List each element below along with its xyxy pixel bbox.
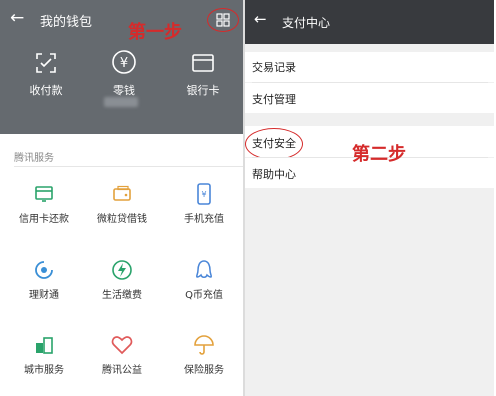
credit-card-icon[interactable] (31, 181, 57, 207)
wallet-icon[interactable] (109, 181, 135, 207)
grid-menu-icon[interactable] (216, 12, 230, 27)
service-label[interactable]: 手机充值 (164, 210, 244, 225)
back-arrow-icon[interactable]: ← (254, 10, 267, 28)
service-label[interactable]: 腾讯公益 (82, 361, 162, 376)
divider (14, 166, 243, 167)
service-label[interactable]: 生活缴费 (82, 286, 162, 301)
service-label[interactable]: 理财通 (4, 286, 84, 301)
service-label[interactable]: 信用卡还款 (4, 210, 84, 225)
step-one-annotation: 第一步 (128, 22, 182, 43)
row-label[interactable]: 支付管理 (252, 91, 296, 107)
heart-icon[interactable] (109, 332, 135, 358)
empty-area (245, 188, 494, 396)
section-title: 腾讯服务 (14, 153, 54, 164)
bank-card-icon[interactable] (190, 50, 216, 76)
back-arrow-icon[interactable]: ← (10, 8, 24, 28)
umbrella-icon[interactable] (191, 332, 217, 358)
service-label[interactable]: 城市服务 (4, 361, 84, 376)
svg-text:¥: ¥ (201, 190, 206, 199)
action-receive-pay-label[interactable]: 收付款 (11, 82, 81, 98)
lightning-icon[interactable] (109, 257, 135, 283)
phone-icon[interactable]: ¥ (191, 181, 217, 207)
penguin-icon[interactable] (191, 257, 217, 283)
annotation-circle (245, 128, 303, 160)
scan-qr-icon[interactable] (33, 50, 59, 76)
city-icon[interactable] (31, 332, 57, 358)
service-label[interactable]: 保险服务 (164, 361, 244, 376)
action-change-label[interactable]: 零钱 (89, 82, 159, 98)
action-bank-card-label[interactable]: 银行卡 (168, 82, 238, 98)
blurred-balance (104, 97, 138, 107)
wallet-title: 我的钱包 (40, 15, 93, 30)
payment-center-title: 支付中心 (282, 16, 331, 30)
row-label[interactable]: 帮助中心 (252, 166, 296, 182)
step-two-annotation: 第二步 (352, 144, 406, 165)
yuan-coin-icon[interactable]: ¥ (111, 49, 137, 75)
row-label[interactable]: 交易记录 (252, 59, 296, 75)
service-label[interactable]: Q币充值 (164, 286, 244, 301)
svg-text:¥: ¥ (120, 56, 128, 71)
wealth-icon[interactable] (31, 257, 57, 283)
service-label[interactable]: 微粒贷借钱 (82, 210, 162, 225)
